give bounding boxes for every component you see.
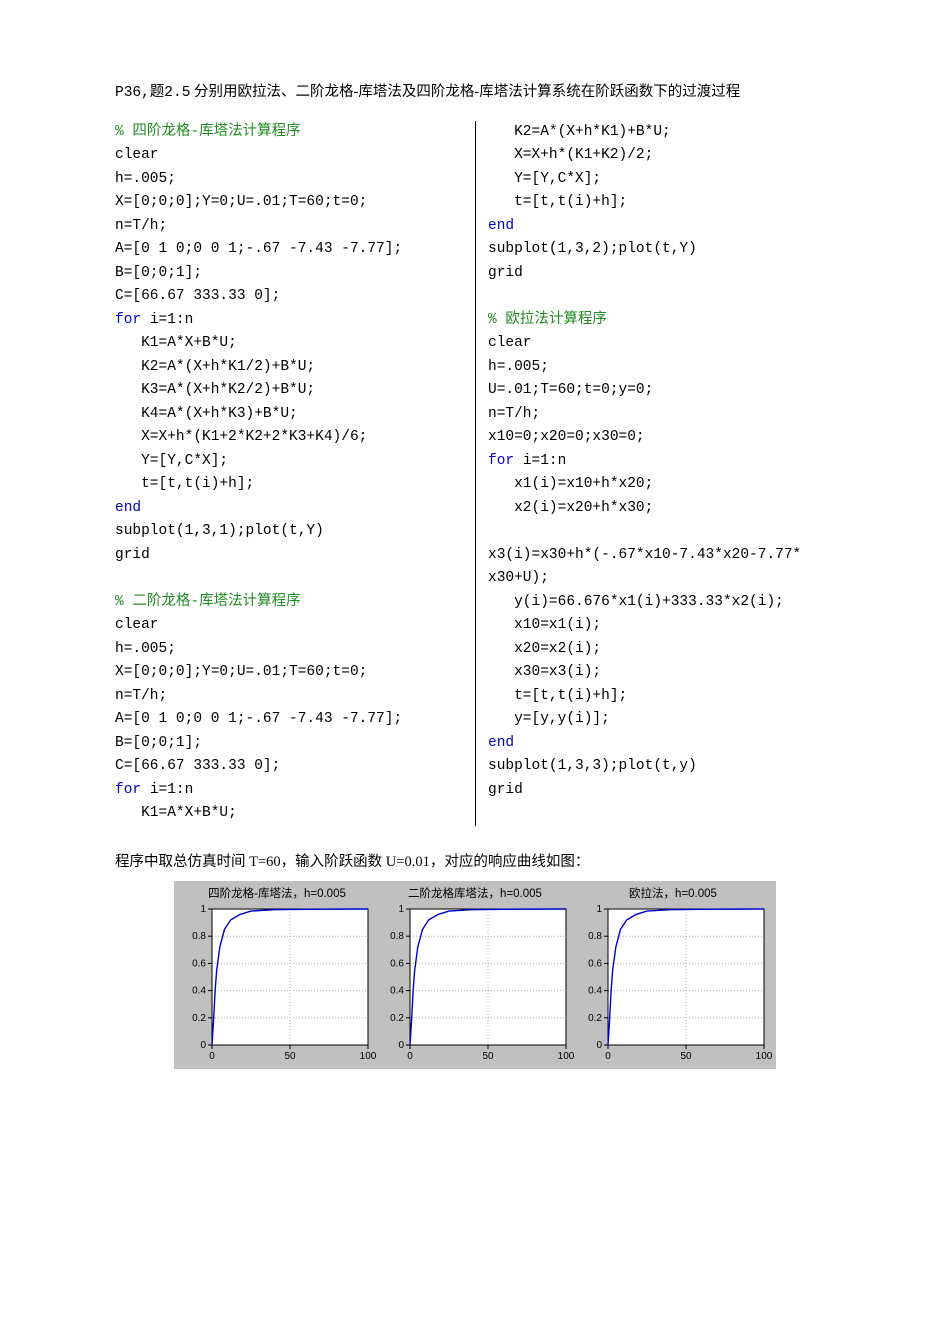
tick-label: 1 (200, 904, 206, 915)
title-prefix: P36,题2.5 (115, 85, 190, 101)
tick-label: 0 (209, 1051, 215, 1062)
column-separator (475, 121, 476, 826)
chart-plot: 0 50 100 0 0.2 0.4 0.6 0.8 1 (574, 903, 772, 1063)
tick-label: 0.4 (390, 985, 404, 996)
chart-title: 二阶龙格库塔法，h=0.005 (408, 885, 542, 901)
tick-label: 0.6 (390, 958, 404, 969)
tick-label: 50 (284, 1051, 296, 1062)
tick-label: 0.6 (192, 958, 206, 969)
tick-label: 50 (680, 1051, 692, 1062)
chart-cell: 欧拉法，h=0.005 0 50 100 0 0.2 0.4 0.6 0.8 1 (574, 883, 772, 1063)
tick-label: 0 (596, 1040, 602, 1051)
tick-label: 0.4 (192, 985, 206, 996)
caption-T: T=60 (249, 854, 281, 870)
problem-title: P36,题2.5 分别用欧拉法、二阶龙格-库塔法及四阶龙格-库塔法计算系统在阶跃… (115, 80, 835, 101)
title-text: 分别用欧拉法、二阶龙格-库塔法及四阶龙格-库塔法计算系统在阶跃函数下的过渡过程 (190, 84, 740, 100)
chart-title: 欧拉法，h=0.005 (629, 885, 717, 901)
tick-label: 100 (558, 1051, 574, 1062)
tick-label: 0.2 (390, 1012, 404, 1023)
tick-label: 0.4 (588, 985, 602, 996)
chart-title: 四阶龙格-库塔法，h=0.005 (208, 885, 346, 901)
tick-label: 0.8 (588, 931, 602, 942)
chart-plot: 0 50 100 0 0.2 0.4 0.6 0.8 1 (178, 903, 376, 1063)
tick-label: 0 (605, 1051, 611, 1062)
chart-plot: 0 50 100 0 0.2 0.4 0.6 0.8 1 (376, 903, 574, 1063)
chart-caption: 程序中取总仿真时间 T=60，输入阶跃函数 U=0.01，对应的响应曲线如图： (115, 850, 835, 871)
tick-label: 0.8 (390, 931, 404, 942)
caption-pre: 程序中取总仿真时间 (115, 854, 249, 870)
tick-label: 0.8 (192, 931, 206, 942)
code-column-right: K2=A*(X+h*K1)+B*U; X=X+h*(K1+K2)/2; Y=[Y… (488, 121, 835, 826)
caption-mid2: ，对应的响应曲线如图： (430, 854, 590, 870)
document-page: P36,题2.5 分别用欧拉法、二阶龙格-库塔法及四阶龙格-库塔法计算系统在阶跃… (0, 0, 945, 1129)
caption-mid1: ，输入阶跃函数 (281, 854, 386, 870)
tick-label: 0 (200, 1040, 206, 1051)
code-columns: % 四阶龙格-库塔法计算程序 clear h=.005; X=[0;0;0];Y… (115, 121, 835, 826)
tick-label: 100 (756, 1051, 772, 1062)
tick-label: 0.6 (588, 958, 602, 969)
tick-label: 1 (398, 904, 404, 915)
tick-label: 0 (407, 1051, 413, 1062)
tick-label: 100 (360, 1051, 376, 1062)
tick-label: 0.2 (588, 1012, 602, 1023)
tick-label: 1 (596, 904, 602, 915)
chart-cell: 四阶龙格-库塔法，h=0.005 0 50 100 0 0.2 0.4 0.6 0.8 1 (178, 883, 376, 1063)
caption-U: U=0.01 (386, 854, 430, 870)
tick-label: 0 (398, 1040, 404, 1051)
tick-label: 50 (482, 1051, 494, 1062)
code-column-left: % 四阶龙格-库塔法计算程序 clear h=.005; X=[0;0;0];Y… (115, 121, 465, 826)
chart-cell: 二阶龙格库塔法，h=0.005 0 50 100 0 0.2 0.4 0.6 0.8 1 (376, 883, 574, 1063)
chart-row: 四阶龙格-库塔法，h=0.00505010000.20.40.60.81二阶龙格… (174, 881, 776, 1069)
tick-label: 0.2 (192, 1012, 206, 1023)
